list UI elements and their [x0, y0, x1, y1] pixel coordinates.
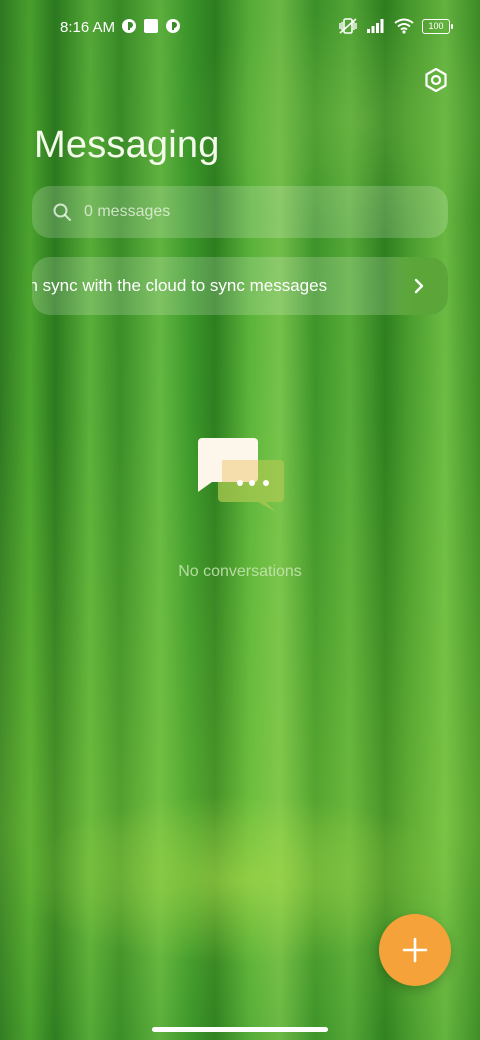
page-title: Messaging	[34, 124, 220, 166]
status-bar: 8:16 AM 100	[0, 14, 480, 42]
battery-icon: 100	[422, 18, 453, 34]
app-notification-icon	[166, 19, 180, 33]
search-icon	[53, 203, 71, 221]
conversations-empty-icon	[198, 438, 284, 512]
wifi-icon	[394, 18, 414, 34]
gesture-nav-handle[interactable]	[152, 1027, 328, 1032]
status-time: 8:16 AM	[60, 19, 116, 36]
vibrate-off-icon	[339, 18, 357, 34]
settings-button[interactable]	[422, 66, 450, 94]
new-message-button[interactable]	[379, 914, 451, 986]
search-input[interactable]	[82, 202, 416, 222]
signal-icon	[367, 19, 384, 33]
settings-icon	[425, 67, 447, 93]
chevron-right-icon	[414, 278, 424, 294]
sync-banner[interactable]: Turn on sync with the cloud to sync mess…	[32, 257, 448, 315]
messaging-screen: 8:16 AM 100 Messaging 0 messages n sync …	[0, 0, 480, 1040]
sync-banner-text: Turn on sync with the cloud to sync mess…	[32, 276, 328, 295]
search-bar[interactable]	[32, 186, 448, 238]
stop-square-icon	[144, 19, 158, 33]
empty-state-text: No conversations	[178, 563, 302, 580]
plus-icon	[402, 937, 428, 963]
app-notification-icon	[122, 19, 136, 33]
